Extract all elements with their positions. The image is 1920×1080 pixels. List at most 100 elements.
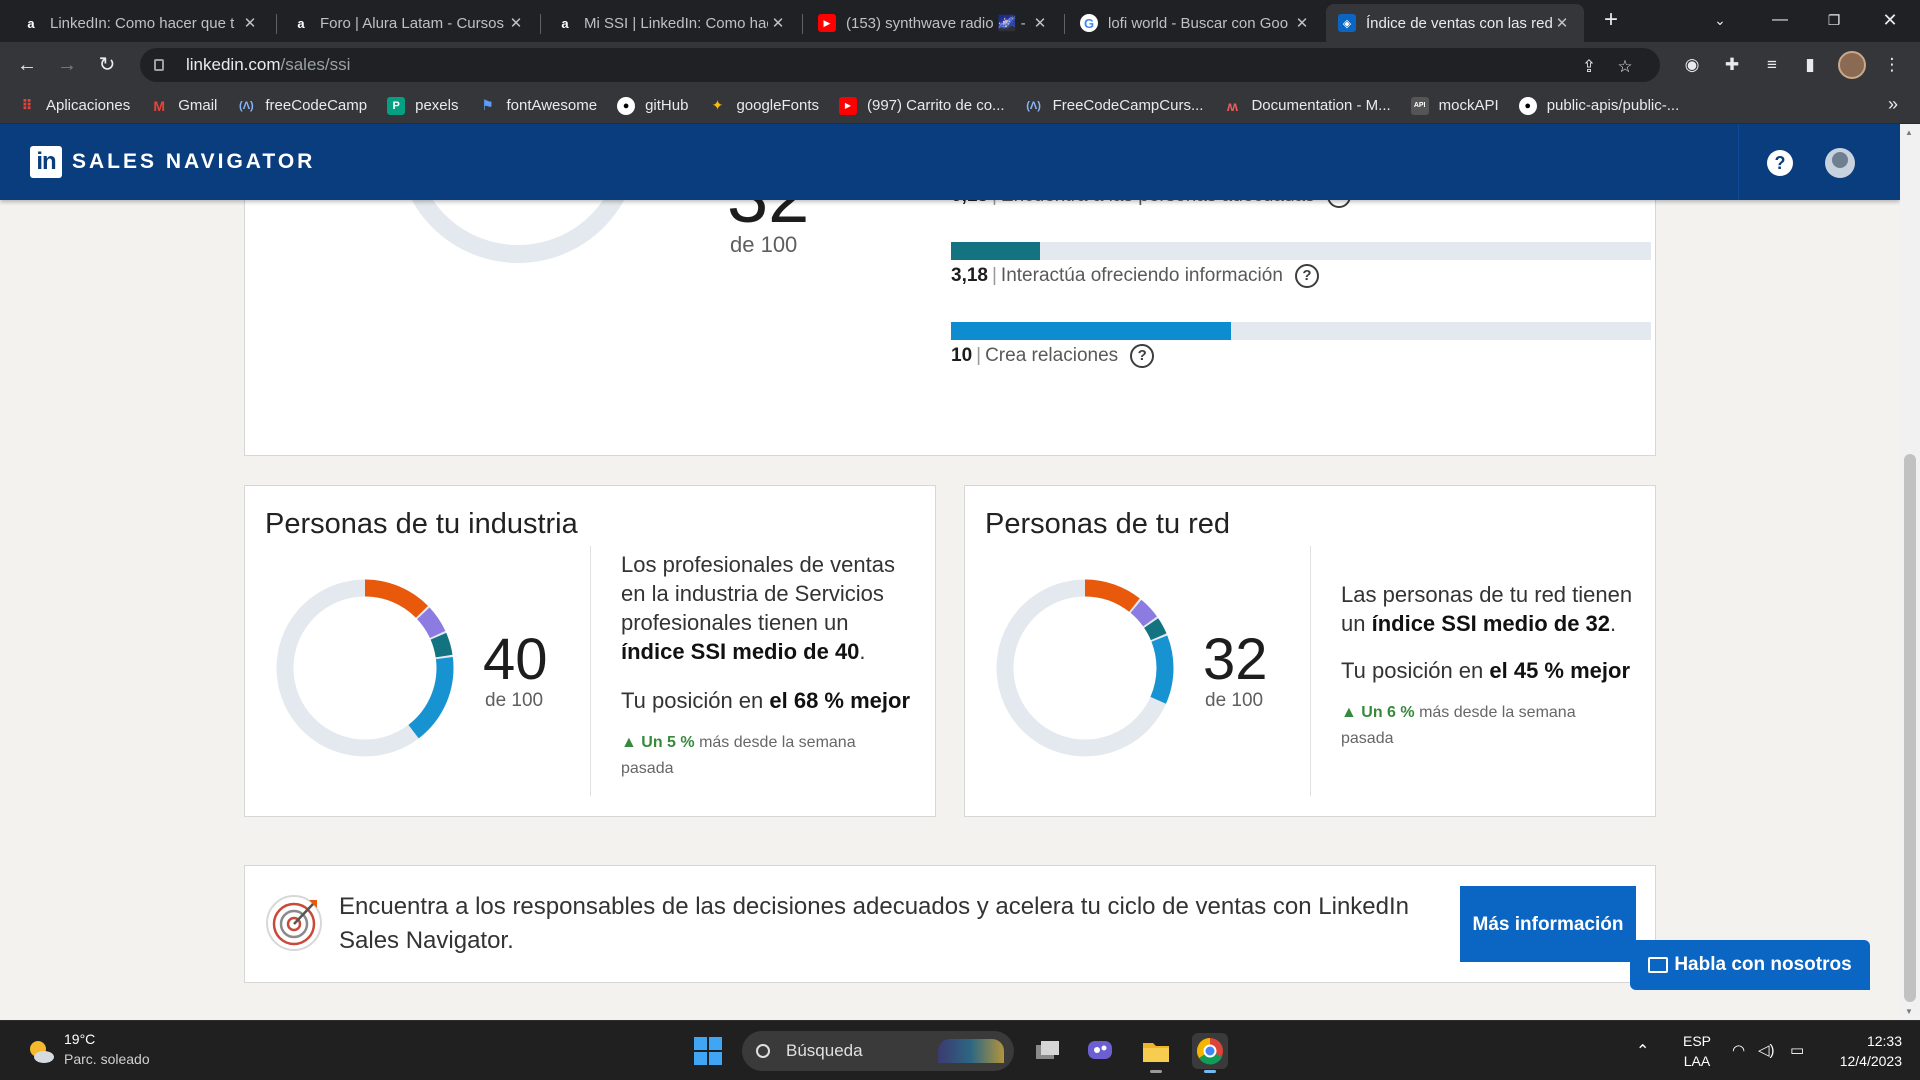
chat-icon: [1648, 957, 1669, 973]
side-panel-icon[interactable]: ▮: [1798, 54, 1822, 78]
taskbar-search-label: Búsqueda: [786, 1041, 863, 1060]
help-icon[interactable]: ?: [1767, 150, 1793, 176]
browser-tab[interactable]: a Foro | Alura Latam - Cursos ✕: [280, 4, 538, 42]
tab-title: lofi world - Buscar con Goo: [1108, 14, 1289, 32]
industry-score-max: de 100: [485, 690, 544, 711]
target-icon: [266, 895, 322, 951]
app-title[interactable]: SALES NAVIGATOR: [72, 150, 315, 174]
browser-tab[interactable]: ▶ (153) synthwave radio 🌌 - ✕: [806, 4, 1062, 42]
youtube-icon: ▶: [839, 96, 857, 115]
industry-rank: Tu posición en el 68 % mejor: [621, 688, 911, 713]
bookmark-item[interactable]: ● gitHub: [617, 96, 688, 115]
page-viewport: in SALES NAVIGATOR ? 32 de 100 6,18|Encu…: [0, 124, 1900, 1020]
help-circle-icon[interactable]: ?: [1294, 264, 1319, 288]
more-info-button[interactable]: Más información: [1460, 886, 1636, 962]
media-queue-icon[interactable]: ≡: [1760, 54, 1784, 78]
sales-navigator-icon: ◈: [1338, 14, 1356, 32]
browser-tab-active[interactable]: ◈ Índice de ventas con las red ✕: [1326, 4, 1584, 42]
url-omnibox[interactable]: linkedin.com/sales/ssi ⇪ ☆: [140, 48, 1660, 82]
google-icon: G: [1080, 14, 1098, 32]
restore-button[interactable]: ❐: [1806, 0, 1862, 42]
task-view-icon[interactable]: [1030, 1033, 1066, 1069]
user-avatar[interactable]: [1825, 148, 1855, 178]
freecodecamp-icon: (Λ): [1026, 99, 1041, 112]
more-bookmarks-icon[interactable]: »: [1888, 94, 1898, 115]
chat-button-label: Habla con nosotros: [1674, 954, 1852, 975]
alura-icon: a: [27, 15, 35, 31]
file-explorer-icon[interactable]: [1138, 1033, 1174, 1073]
forward-arrow-icon[interactable]: →: [52, 50, 82, 80]
bookmark-item[interactable]: ʍ Documentation - M...: [1223, 97, 1391, 115]
extensions-puzzle-icon[interactable]: ✚: [1720, 54, 1744, 78]
linkedin-logo[interactable]: in: [30, 146, 62, 178]
volume-icon[interactable]: ◁): [1758, 1041, 1775, 1059]
pexels-icon: P: [387, 96, 406, 115]
promo-text: Encuentra a los responsables de las deci…: [339, 893, 1410, 954]
network-rank: Tu posición en el 45 % mejor: [1341, 658, 1631, 683]
bookmark-item[interactable]: Ppexels: [387, 96, 458, 115]
close-tab-icon[interactable]: ✕: [768, 14, 788, 32]
promo-card: Encuentra a los responsables de las deci…: [244, 865, 1656, 983]
system-clock[interactable]: 12:33 12/4/2023: [1832, 1031, 1902, 1071]
browser-tab[interactable]: a LinkedIn: Como hacer que t ✕: [10, 4, 272, 42]
bookmarks-bar: ⠿ Aplicaciones M Gmail (Λ) freeCodeCamp Ppe…: [0, 88, 1920, 124]
industry-description: Los profesionales de ventas en la indust…: [621, 552, 895, 664]
tray-overflow-icon[interactable]: ⌃: [1636, 1041, 1649, 1061]
pillar-fill: [951, 242, 1041, 260]
industry-card: Personas de tu industria 40 de 100 Los p…: [244, 485, 936, 817]
weather-desc[interactable]: Parc. soleado: [64, 1051, 150, 1067]
pillar-fill: [951, 322, 1231, 340]
bookmark-item[interactable]: ⠿ Aplicaciones: [18, 97, 131, 115]
tab-title: Foro | Alura Latam - Cursos: [320, 14, 504, 32]
bookmark-item[interactable]: API mockAPI: [1410, 96, 1499, 115]
bookmark-item[interactable]: (Λ) freeCodeCamp: [237, 97, 367, 115]
bookmark-item[interactable]: ▶ (997) Carrito de co...: [839, 96, 1005, 115]
browser-tab[interactable]: a Mi SSI | LinkedIn: Como hac ✕: [544, 4, 800, 42]
partly-sunny-icon[interactable]: [26, 1037, 56, 1067]
close-tab-icon[interactable]: ✕: [240, 14, 260, 32]
wifi-icon[interactable]: ◠: [1732, 1041, 1745, 1059]
googlefonts-icon: ✦: [711, 97, 724, 113]
back-arrow-icon[interactable]: ←: [12, 50, 42, 80]
bookmark-item[interactable]: ⚑ fontAwesome: [478, 97, 597, 115]
help-circle-icon[interactable]: ?: [1130, 344, 1155, 368]
language-indicator[interactable]: ESP LAA: [1682, 1031, 1712, 1071]
close-tab-icon[interactable]: ✕: [1030, 14, 1050, 32]
bookmark-item[interactable]: ✦ googleFonts: [708, 97, 819, 115]
github-icon: ●: [617, 96, 636, 115]
profile-avatar[interactable]: [1838, 51, 1866, 79]
teams-chat-icon[interactable]: [1082, 1033, 1118, 1069]
tab-title: Índice de ventas con las red: [1366, 14, 1552, 32]
close-window-button[interactable]: ✕: [1862, 0, 1918, 42]
windows-start-icon[interactable]: [694, 1037, 722, 1065]
weather-temp[interactable]: 19°C: [64, 1031, 95, 1047]
battery-icon[interactable]: ▭: [1790, 1041, 1804, 1059]
browser-tab-strip: a LinkedIn: Como hacer que t ✕ a Foro | …: [0, 0, 1920, 42]
pillar-label: 10 | Crea relaciones?: [951, 344, 1155, 368]
browser-menu-icon[interactable]: ⋮: [1880, 54, 1904, 78]
apps-grid-icon: ⠿: [21, 97, 33, 113]
network-donut-chart: [996, 579, 1174, 757]
bookmark-item[interactable]: M Gmail: [150, 97, 217, 115]
reload-icon[interactable]: ↻: [92, 50, 122, 80]
close-tab-icon[interactable]: ✕: [1292, 14, 1312, 32]
chat-button[interactable]: Habla con nosotros: [1630, 940, 1870, 990]
network-card: Personas de tu red 32 de 100 Las persona…: [964, 485, 1656, 817]
browser-tab[interactable]: G lofi world - Buscar con Goo ✕: [1068, 4, 1324, 42]
share-icon[interactable]: ⇪: [1578, 56, 1600, 78]
taskbar-search[interactable]: Búsqueda: [742, 1031, 1014, 1071]
new-tab-button[interactable]: +: [1596, 6, 1626, 36]
windows-taskbar: 19°C Parc. soleado Búsqueda ⌃ ESP LAA ◠ ◁…: [0, 1020, 1920, 1080]
page-scrollbar[interactable]: ▲ ▼: [1900, 124, 1920, 1020]
close-tab-icon[interactable]: ✕: [506, 14, 526, 32]
chrome-icon[interactable]: [1192, 1033, 1228, 1073]
bookmark-item[interactable]: (Λ) FreeCodeCampCurs...: [1025, 97, 1203, 115]
bookmark-star-icon[interactable]: ☆: [1614, 56, 1636, 78]
extension-bulb-icon[interactable]: ◉: [1680, 54, 1704, 78]
scrollbar-thumb[interactable]: [1904, 454, 1916, 1002]
close-tab-icon[interactable]: ✕: [1552, 14, 1572, 32]
minimize-button[interactable]: —: [1752, 0, 1808, 42]
tab-search-icon[interactable]: ⌄: [1692, 0, 1748, 42]
bookmark-item[interactable]: ● public-apis/public-...: [1518, 96, 1679, 115]
youtube-icon: ▶: [818, 14, 836, 32]
